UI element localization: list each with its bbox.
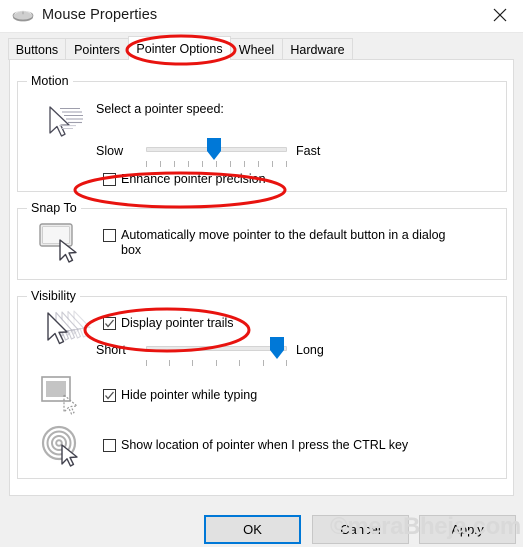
snap-to-button-icon [39, 223, 77, 263]
window-title: Mouse Properties [42, 7, 158, 23]
enhance-pointer-precision-checkbox[interactable] [103, 173, 116, 186]
enhance-pointer-precision-label: Enhance pointer precision [121, 172, 266, 186]
tab-pointer-options[interactable]: Pointer Options [128, 36, 231, 60]
pointer-trails-icon [47, 310, 91, 345]
pointer-speed-tickmarks [146, 161, 287, 167]
pointer-speed-label: Select a pointer speed: [96, 102, 224, 116]
tab-buttons[interactable]: Buttons [8, 38, 66, 60]
tab-strip: Buttons Pointers Pointer Options Wheel H… [0, 33, 523, 60]
pointer-trails-tickmarks [146, 360, 287, 366]
display-pointer-trails-checkbox[interactable] [103, 317, 116, 330]
hide-pointer-while-typing-label: Hide pointer while typing [121, 388, 258, 402]
close-button[interactable] [477, 0, 523, 30]
pointer-trails-slider-track[interactable] [146, 346, 287, 351]
group-snap-to: Snap To Automatically move pointer to th… [17, 201, 507, 280]
title-bar: Mouse Properties [0, 0, 523, 33]
tab-content-panel: Motion Select a pointer speed: Slow Fast… [9, 59, 514, 496]
close-icon [493, 8, 507, 22]
show-pointer-location-label: Show location of pointer when I press th… [121, 438, 409, 452]
snap-to-default-button-label: Automatically move pointer to the defaul… [121, 228, 446, 257]
watermark: ©meraBheja.com [330, 513, 521, 540]
group-snap-to-title: Snap To [27, 201, 81, 215]
pointer-trails-slider-thumb[interactable] [270, 337, 284, 359]
trails-short-label: Short [96, 343, 126, 357]
show-location-icon [41, 425, 78, 467]
ok-button[interactable]: OK [204, 515, 301, 544]
pointer-speed-icon [49, 106, 83, 137]
group-visibility-title: Visibility [27, 289, 80, 303]
pointer-speed-slider-thumb[interactable] [207, 138, 221, 160]
group-motion: Motion Select a pointer speed: Slow Fast… [17, 74, 507, 192]
snap-to-default-button-checkbox[interactable] [103, 229, 116, 242]
show-pointer-location-checkbox[interactable] [103, 439, 116, 452]
tab-hardware[interactable]: Hardware [282, 38, 353, 60]
slider-slow-label: Slow [96, 144, 124, 158]
trails-long-label: Long [296, 343, 324, 357]
slider-fast-label: Fast [296, 144, 321, 158]
tab-wheel[interactable]: Wheel [230, 38, 283, 60]
group-visibility: Visibility Display pointer trails Short [17, 289, 507, 479]
display-pointer-trails-label: Display pointer trails [121, 316, 234, 330]
group-motion-title: Motion [27, 74, 73, 88]
tab-pointers[interactable]: Pointers [65, 38, 129, 60]
hide-pointer-icon [41, 376, 78, 415]
hide-pointer-while-typing-checkbox[interactable] [103, 389, 116, 402]
mouse-icon [12, 10, 34, 22]
